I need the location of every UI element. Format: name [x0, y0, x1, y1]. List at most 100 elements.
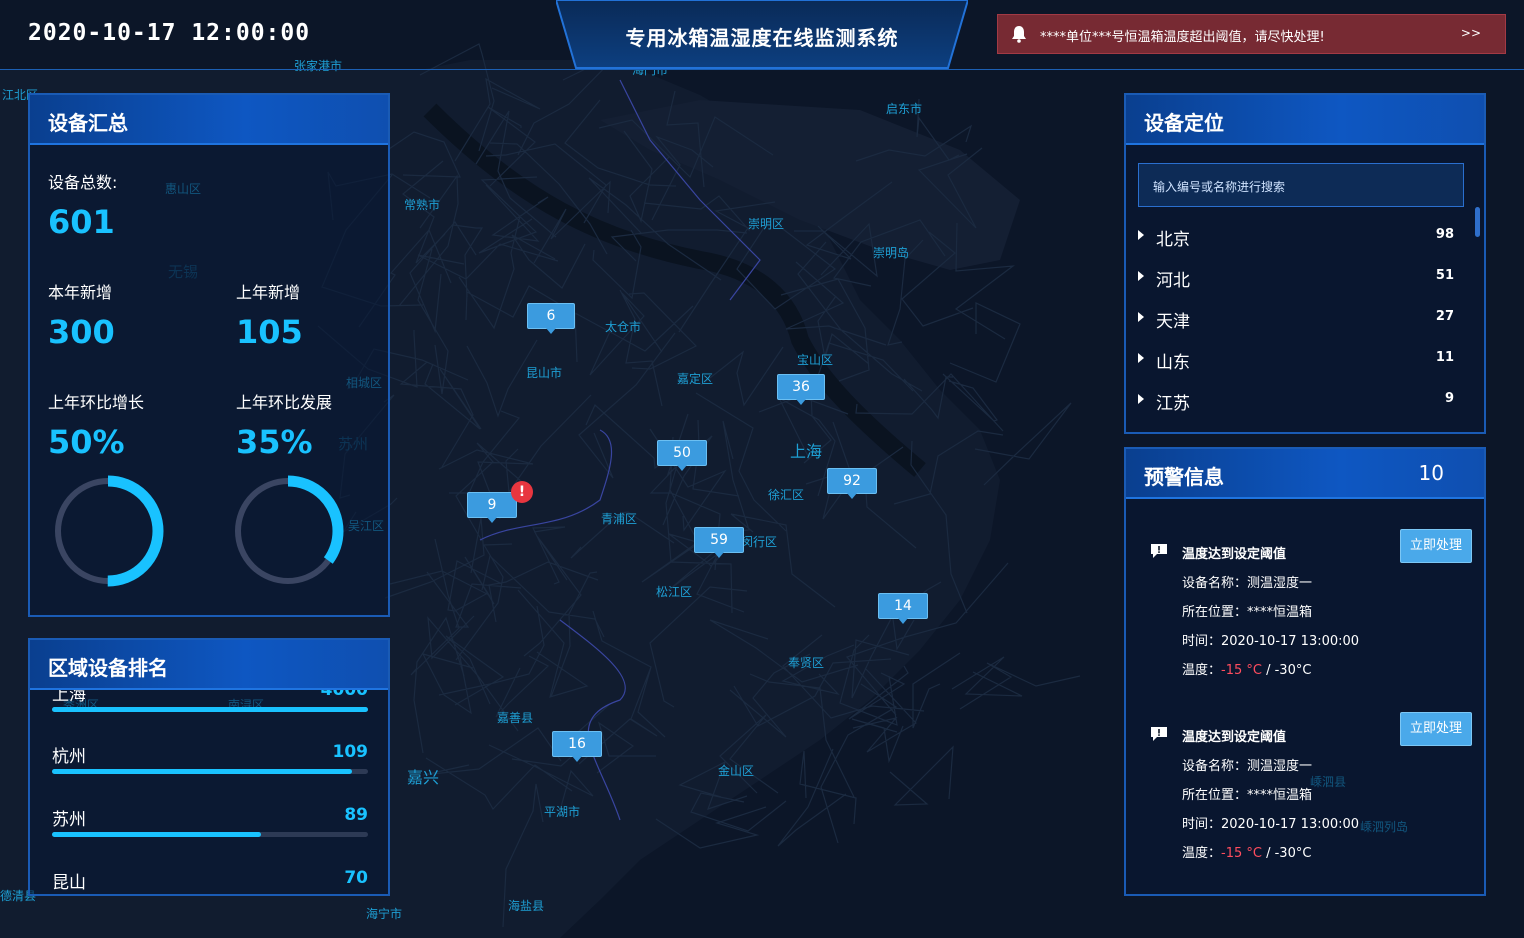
- growth-label: 上年环比增长: [48, 393, 145, 412]
- map-device-marker[interactable]: 16: [552, 731, 602, 762]
- temp-prefix: 温度：: [1182, 663, 1222, 678]
- new-this-year-value: 300: [48, 313, 115, 351]
- region-tree-item[interactable]: 北京 98: [1138, 223, 1454, 253]
- ranking-region-value: 109: [332, 742, 369, 762]
- map-place-label: 太仓市: [605, 319, 641, 334]
- map-device-marker[interactable]: 9: [467, 492, 517, 523]
- warning-time: 时间：2020-10-17 13:00:00: [1182, 817, 1360, 832]
- warning-location: 所在位置：****恒温箱: [1182, 605, 1313, 620]
- map-place-label: 海盐县: [508, 898, 544, 913]
- ranking-region-value: 89: [344, 805, 368, 825]
- temp-current: -15 °C: [1221, 663, 1262, 678]
- region-name: 江苏: [1156, 394, 1190, 414]
- temp-limit: / -30°C: [1261, 846, 1312, 861]
- warning-title: 温度达到设定阈值: [1182, 547, 1287, 562]
- map-place-label: 昆山市: [526, 365, 562, 380]
- alert-more-link[interactable]: >>: [1461, 26, 1481, 40]
- panel-title: 设备定位: [1144, 111, 1224, 135]
- map-place-label: 嘉善县: [497, 710, 533, 725]
- caret-right-icon[interactable]: [1138, 394, 1144, 404]
- search-placeholder: 输入编号或名称进行搜索: [1153, 180, 1286, 194]
- temp-current: -15 °C: [1221, 846, 1262, 861]
- new-last-year-label: 上年新增: [236, 283, 301, 302]
- map-place-label: 常熟市: [404, 197, 440, 212]
- ranking-bar-fill: [52, 707, 368, 712]
- ranking-bar-track: [52, 895, 368, 896]
- development-value: 35%: [236, 423, 313, 461]
- warning-device: 设备名称：测温湿度一: [1182, 759, 1313, 774]
- warning-title: 温度达到设定阈值: [1182, 730, 1287, 745]
- region-ranking-panel: 上海 4000 杭州 109 苏州 89 昆山 70 区域设备排名: [28, 638, 390, 896]
- title-banner: 专用冰箱温湿度在线监测系统: [556, 0, 968, 70]
- map-place-label: 宝山区: [797, 353, 833, 367]
- ranking-bar-fill: [52, 832, 261, 837]
- map-device-marker[interactable]: 14: [878, 593, 928, 624]
- ranking-region-name: 苏州: [52, 810, 86, 830]
- map-place-label: 嘉兴: [407, 769, 439, 787]
- handle-now-button[interactable]: 立即处理: [1400, 712, 1472, 746]
- panel-title: 区域设备排名: [48, 656, 168, 680]
- region-device-count: 27: [1435, 309, 1454, 324]
- region-name: 河北: [1156, 271, 1190, 291]
- handle-now-button[interactable]: 立即处理: [1400, 529, 1472, 563]
- datetime-display: 2020-10-17 12:00:00: [28, 20, 311, 46]
- device-summary-panel: 设备汇总 设备总数: 601 本年新增 300 上年新增 105 上年环比增长 …: [28, 93, 390, 617]
- map-place-label: 奉贤区: [788, 656, 824, 670]
- total-devices-label: 设备总数:: [48, 173, 118, 192]
- ranking-region-name: 昆山: [52, 873, 86, 893]
- message-alert-icon: [1151, 544, 1167, 558]
- map-place-label: 上海: [790, 443, 822, 461]
- caret-right-icon[interactable]: [1138, 271, 1144, 281]
- map-device-marker[interactable]: 50: [657, 440, 707, 471]
- region-device-count: 51: [1435, 268, 1454, 283]
- map-place-label: 青浦区: [601, 512, 637, 526]
- region-device-count: 9: [1444, 391, 1454, 406]
- panel-header: 区域设备排名: [30, 640, 388, 690]
- caret-right-icon[interactable]: [1138, 353, 1144, 363]
- ranking-region-name: 杭州: [52, 747, 86, 767]
- region-tree-item[interactable]: 天津 27: [1138, 305, 1454, 335]
- map-device-marker[interactable]: 59: [694, 527, 744, 558]
- top-header: 2020-10-17 12:00:00 专用冰箱温湿度在线监测系统 ****单位…: [0, 0, 1524, 70]
- map-place-label: 启东市: [886, 101, 922, 116]
- location-scrollbar[interactable]: [1475, 207, 1480, 237]
- map-device-marker[interactable]: 36: [777, 374, 825, 405]
- region-tree-item[interactable]: 江苏 9: [1138, 387, 1454, 417]
- panel-header: 预警信息 10: [1126, 449, 1484, 499]
- map-device-marker[interactable]: 6: [527, 303, 575, 334]
- alert-message: ****单位***号恒温箱温度超出阈值，请尽快处理!: [1040, 30, 1325, 45]
- ranking-bar-fill: [52, 769, 353, 774]
- search-input[interactable]: 输入编号或名称进行搜索: [1138, 163, 1464, 207]
- panel-title: 预警信息: [1144, 465, 1224, 489]
- caret-right-icon[interactable]: [1138, 312, 1144, 322]
- region-device-count: 11: [1435, 350, 1454, 365]
- region-name: 天津: [1156, 312, 1190, 332]
- ranking-region-value: 70: [344, 868, 368, 888]
- page-title: 专用冰箱温湿度在线监测系统: [625, 26, 899, 50]
- development-label: 上年环比发展: [236, 393, 333, 412]
- ranking-bar-track: [52, 769, 368, 774]
- map-place-label: 嘉定区: [677, 371, 713, 386]
- growth-value: 50%: [48, 423, 125, 461]
- caret-right-icon[interactable]: [1138, 230, 1144, 240]
- ranking-bar-track: [52, 707, 368, 712]
- temp-prefix: 温度：: [1182, 846, 1222, 861]
- warning-panel: 预警信息 10 温度达到设定阈值 立即处理 设备名称：测温湿度一 所在位置：****恒…: [1124, 447, 1486, 896]
- map-device-marker[interactable]: 92: [827, 468, 877, 499]
- region-name: 北京: [1156, 230, 1190, 250]
- region-name: 山东: [1156, 353, 1190, 373]
- alarm-indicator[interactable]: !: [511, 481, 533, 503]
- map-place-label: 徐汇区: [768, 487, 804, 502]
- alert-banner[interactable]: ****单位***号恒温箱温度超出阈值，请尽快处理! >>: [997, 14, 1506, 54]
- ranking-bar-track: [52, 832, 368, 837]
- warning-temperature: 温度：-15 °C / -30°C: [1182, 842, 1311, 861]
- temp-limit: / -30°C: [1261, 663, 1312, 678]
- warning-count: 10: [1418, 461, 1444, 485]
- region-tree-item[interactable]: 山东 11: [1138, 346, 1454, 376]
- map-place-label: 松江区: [656, 585, 692, 599]
- bell-icon: [1012, 26, 1026, 43]
- panel-header: 设备定位: [1126, 95, 1484, 145]
- new-last-year-value: 105: [236, 313, 303, 351]
- map-place-label: 海宁市: [366, 906, 402, 921]
- region-tree-item[interactable]: 河北 51: [1138, 264, 1454, 294]
